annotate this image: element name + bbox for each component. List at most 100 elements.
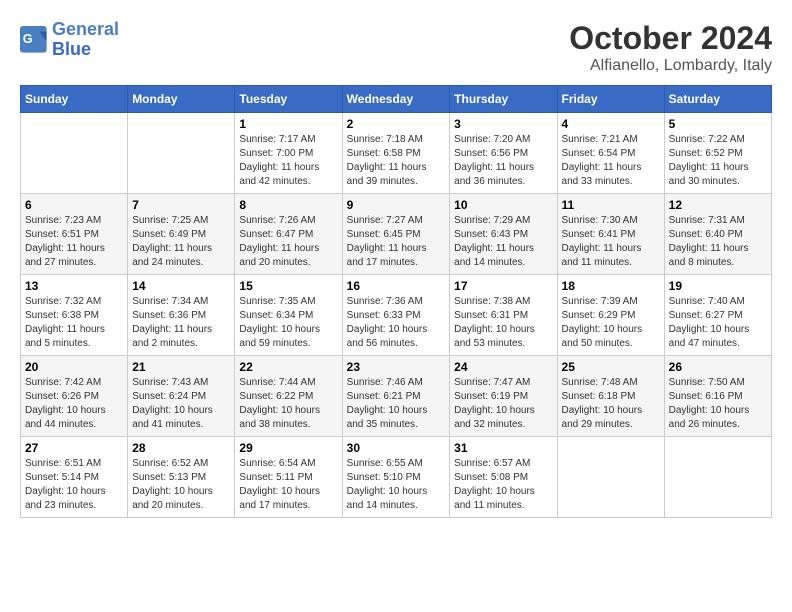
day-detail: Sunrise: 7:47 AM Sunset: 6:19 PM Dayligh… bbox=[454, 376, 552, 432]
calendar-cell: 1 Sunrise: 7:17 AM Sunset: 7:00 PM Daylig… bbox=[235, 113, 342, 194]
calendar-cell: 20Sunrise: 7:42 AM Sunset: 6:26 PM Dayli… bbox=[21, 356, 128, 437]
day-number: 23 bbox=[347, 360, 446, 374]
weekday-header-thursday: Thursday bbox=[450, 86, 557, 113]
day-detail: Sunrise: 7:40 AM Sunset: 6:27 PM Dayligh… bbox=[669, 295, 767, 351]
day-number: 25 bbox=[562, 360, 660, 374]
calendar-cell: 8Sunrise: 7:26 AM Sunset: 6:47 PM Daylig… bbox=[235, 194, 342, 275]
calendar-cell: 6 Sunrise: 7:23 AM Sunset: 6:51 PM Daylig… bbox=[21, 194, 128, 275]
day-detail: Sunrise: 7:39 AM Sunset: 6:29 PM Dayligh… bbox=[562, 295, 660, 351]
calendar-week-row: 20Sunrise: 7:42 AM Sunset: 6:26 PM Dayli… bbox=[21, 356, 772, 437]
day-number: 24 bbox=[454, 360, 552, 374]
day-detail: Sunrise: 6:51 AM Sunset: 5:14 PM Dayligh… bbox=[25, 457, 123, 513]
calendar-week-row: 27 Sunrise: 6:51 AM Sunset: 5:14 PM Dayli… bbox=[21, 437, 772, 518]
day-detail: Sunrise: 6:57 AM Sunset: 5:08 PM Dayligh… bbox=[454, 457, 552, 513]
day-detail: Sunrise: 7:17 AM Sunset: 7:00 PM Dayligh… bbox=[239, 133, 337, 189]
day-detail: Sunrise: 7:36 AM Sunset: 6:33 PM Dayligh… bbox=[347, 295, 446, 351]
calendar-week-row: 13 Sunrise: 7:32 AM Sunset: 6:38 PM Dayli… bbox=[21, 275, 772, 356]
day-detail: Sunrise: 7:32 AM Sunset: 6:38 PM Dayligh… bbox=[25, 295, 123, 351]
day-detail: Sunrise: 7:21 AM Sunset: 6:54 PM Dayligh… bbox=[562, 133, 660, 189]
calendar-cell bbox=[557, 437, 664, 518]
weekday-header-friday: Friday bbox=[557, 86, 664, 113]
day-number: 31 bbox=[454, 441, 552, 455]
page-header: G General Blue October 2024 Alfianello, … bbox=[20, 20, 772, 75]
location-title: Alfianello, Lombardy, Italy bbox=[569, 57, 772, 75]
logo-text: General Blue bbox=[52, 20, 119, 60]
day-number: 28 bbox=[132, 441, 230, 455]
day-number: 6 bbox=[25, 198, 123, 212]
day-detail: Sunrise: 6:52 AM Sunset: 5:13 PM Dayligh… bbox=[132, 457, 230, 513]
calendar-cell: 16 Sunrise: 7:36 AM Sunset: 6:33 PM Dayli… bbox=[342, 275, 450, 356]
day-detail: Sunrise: 7:48 AM Sunset: 6:18 PM Dayligh… bbox=[562, 376, 660, 432]
calendar-cell bbox=[21, 113, 128, 194]
day-detail: Sunrise: 7:27 AM Sunset: 6:45 PM Dayligh… bbox=[347, 214, 446, 270]
day-detail: Sunrise: 7:29 AM Sunset: 6:43 PM Dayligh… bbox=[454, 214, 552, 270]
day-detail: Sunrise: 7:34 AM Sunset: 6:36 PM Dayligh… bbox=[132, 295, 230, 351]
weekday-header-sunday: Sunday bbox=[21, 86, 128, 113]
day-number: 14 bbox=[132, 279, 230, 293]
calendar-cell: 23 Sunrise: 7:46 AM Sunset: 6:21 PM Dayli… bbox=[342, 356, 450, 437]
day-detail: Sunrise: 7:18 AM Sunset: 6:58 PM Dayligh… bbox=[347, 133, 446, 189]
calendar-cell: 27 Sunrise: 6:51 AM Sunset: 5:14 PM Dayli… bbox=[21, 437, 128, 518]
day-number: 11 bbox=[562, 198, 660, 212]
day-detail: Sunrise: 6:55 AM Sunset: 5:10 PM Dayligh… bbox=[347, 457, 446, 513]
day-number: 4 bbox=[562, 117, 660, 131]
day-number: 9 bbox=[347, 198, 446, 212]
title-area: October 2024 Alfianello, Lombardy, Italy bbox=[569, 20, 772, 75]
month-title: October 2024 bbox=[569, 20, 772, 57]
calendar-cell: 29 Sunrise: 6:54 AM Sunset: 5:11 PM Dayli… bbox=[235, 437, 342, 518]
day-detail: Sunrise: 7:50 AM Sunset: 6:16 PM Dayligh… bbox=[669, 376, 767, 432]
day-number: 1 bbox=[239, 117, 337, 131]
calendar-cell: 13 Sunrise: 7:32 AM Sunset: 6:38 PM Dayli… bbox=[21, 275, 128, 356]
calendar-cell: 14 Sunrise: 7:34 AM Sunset: 6:36 PM Dayli… bbox=[128, 275, 235, 356]
day-detail: Sunrise: 7:31 AM Sunset: 6:40 PM Dayligh… bbox=[669, 214, 767, 270]
calendar-week-row: 1 Sunrise: 7:17 AM Sunset: 7:00 PM Daylig… bbox=[21, 113, 772, 194]
calendar-cell: 12 Sunrise: 7:31 AM Sunset: 6:40 PM Dayli… bbox=[664, 194, 771, 275]
calendar-cell bbox=[128, 113, 235, 194]
day-detail: Sunrise: 7:25 AM Sunset: 6:49 PM Dayligh… bbox=[132, 214, 230, 270]
day-number: 16 bbox=[347, 279, 446, 293]
calendar-cell: 9 Sunrise: 7:27 AM Sunset: 6:45 PM Daylig… bbox=[342, 194, 450, 275]
logo-icon: G bbox=[20, 26, 48, 54]
day-number: 21 bbox=[132, 360, 230, 374]
day-number: 30 bbox=[347, 441, 446, 455]
day-number: 12 bbox=[669, 198, 767, 212]
day-number: 7 bbox=[132, 198, 230, 212]
calendar-cell: 19 Sunrise: 7:40 AM Sunset: 6:27 PM Dayli… bbox=[664, 275, 771, 356]
day-number: 29 bbox=[239, 441, 337, 455]
calendar-cell: 28 Sunrise: 6:52 AM Sunset: 5:13 PM Dayli… bbox=[128, 437, 235, 518]
day-detail: Sunrise: 7:46 AM Sunset: 6:21 PM Dayligh… bbox=[347, 376, 446, 432]
calendar-cell: 24 Sunrise: 7:47 AM Sunset: 6:19 PM Dayli… bbox=[450, 356, 557, 437]
logo-line2: Blue bbox=[52, 39, 91, 59]
calendar-cell: 4 Sunrise: 7:21 AM Sunset: 6:54 PM Daylig… bbox=[557, 113, 664, 194]
day-number: 10 bbox=[454, 198, 552, 212]
day-number: 17 bbox=[454, 279, 552, 293]
day-number: 20 bbox=[25, 360, 123, 374]
calendar-cell: 25 Sunrise: 7:48 AM Sunset: 6:18 PM Dayli… bbox=[557, 356, 664, 437]
day-number: 2 bbox=[347, 117, 446, 131]
calendar-cell: 22Sunrise: 7:44 AM Sunset: 6:22 PM Dayli… bbox=[235, 356, 342, 437]
calendar-cell: 11Sunrise: 7:30 AM Sunset: 6:41 PM Dayli… bbox=[557, 194, 664, 275]
calendar-cell: 15Sunrise: 7:35 AM Sunset: 6:34 PM Dayli… bbox=[235, 275, 342, 356]
calendar-cell: 2 Sunrise: 7:18 AM Sunset: 6:58 PM Daylig… bbox=[342, 113, 450, 194]
day-number: 15 bbox=[239, 279, 337, 293]
day-number: 19 bbox=[669, 279, 767, 293]
calendar-cell bbox=[664, 437, 771, 518]
logo-line1: General bbox=[52, 19, 119, 39]
day-detail: Sunrise: 7:43 AM Sunset: 6:24 PM Dayligh… bbox=[132, 376, 230, 432]
day-number: 27 bbox=[25, 441, 123, 455]
day-detail: Sunrise: 7:20 AM Sunset: 6:56 PM Dayligh… bbox=[454, 133, 552, 189]
calendar-cell: 18 Sunrise: 7:39 AM Sunset: 6:29 PM Dayli… bbox=[557, 275, 664, 356]
weekday-header-wednesday: Wednesday bbox=[342, 86, 450, 113]
weekday-header-monday: Monday bbox=[128, 86, 235, 113]
calendar-cell: 31 Sunrise: 6:57 AM Sunset: 5:08 PM Dayli… bbox=[450, 437, 557, 518]
weekday-header-row: SundayMondayTuesdayWednesdayThursdayFrid… bbox=[21, 86, 772, 113]
day-detail: Sunrise: 6:54 AM Sunset: 5:11 PM Dayligh… bbox=[239, 457, 337, 513]
calendar-cell: 30 Sunrise: 6:55 AM Sunset: 5:10 PM Dayli… bbox=[342, 437, 450, 518]
day-number: 13 bbox=[25, 279, 123, 293]
day-number: 5 bbox=[669, 117, 767, 131]
day-detail: Sunrise: 7:23 AM Sunset: 6:51 PM Dayligh… bbox=[25, 214, 123, 270]
calendar-cell: 17Sunrise: 7:38 AM Sunset: 6:31 PM Dayli… bbox=[450, 275, 557, 356]
weekday-header-tuesday: Tuesday bbox=[235, 86, 342, 113]
calendar-week-row: 6 Sunrise: 7:23 AM Sunset: 6:51 PM Daylig… bbox=[21, 194, 772, 275]
day-number: 18 bbox=[562, 279, 660, 293]
